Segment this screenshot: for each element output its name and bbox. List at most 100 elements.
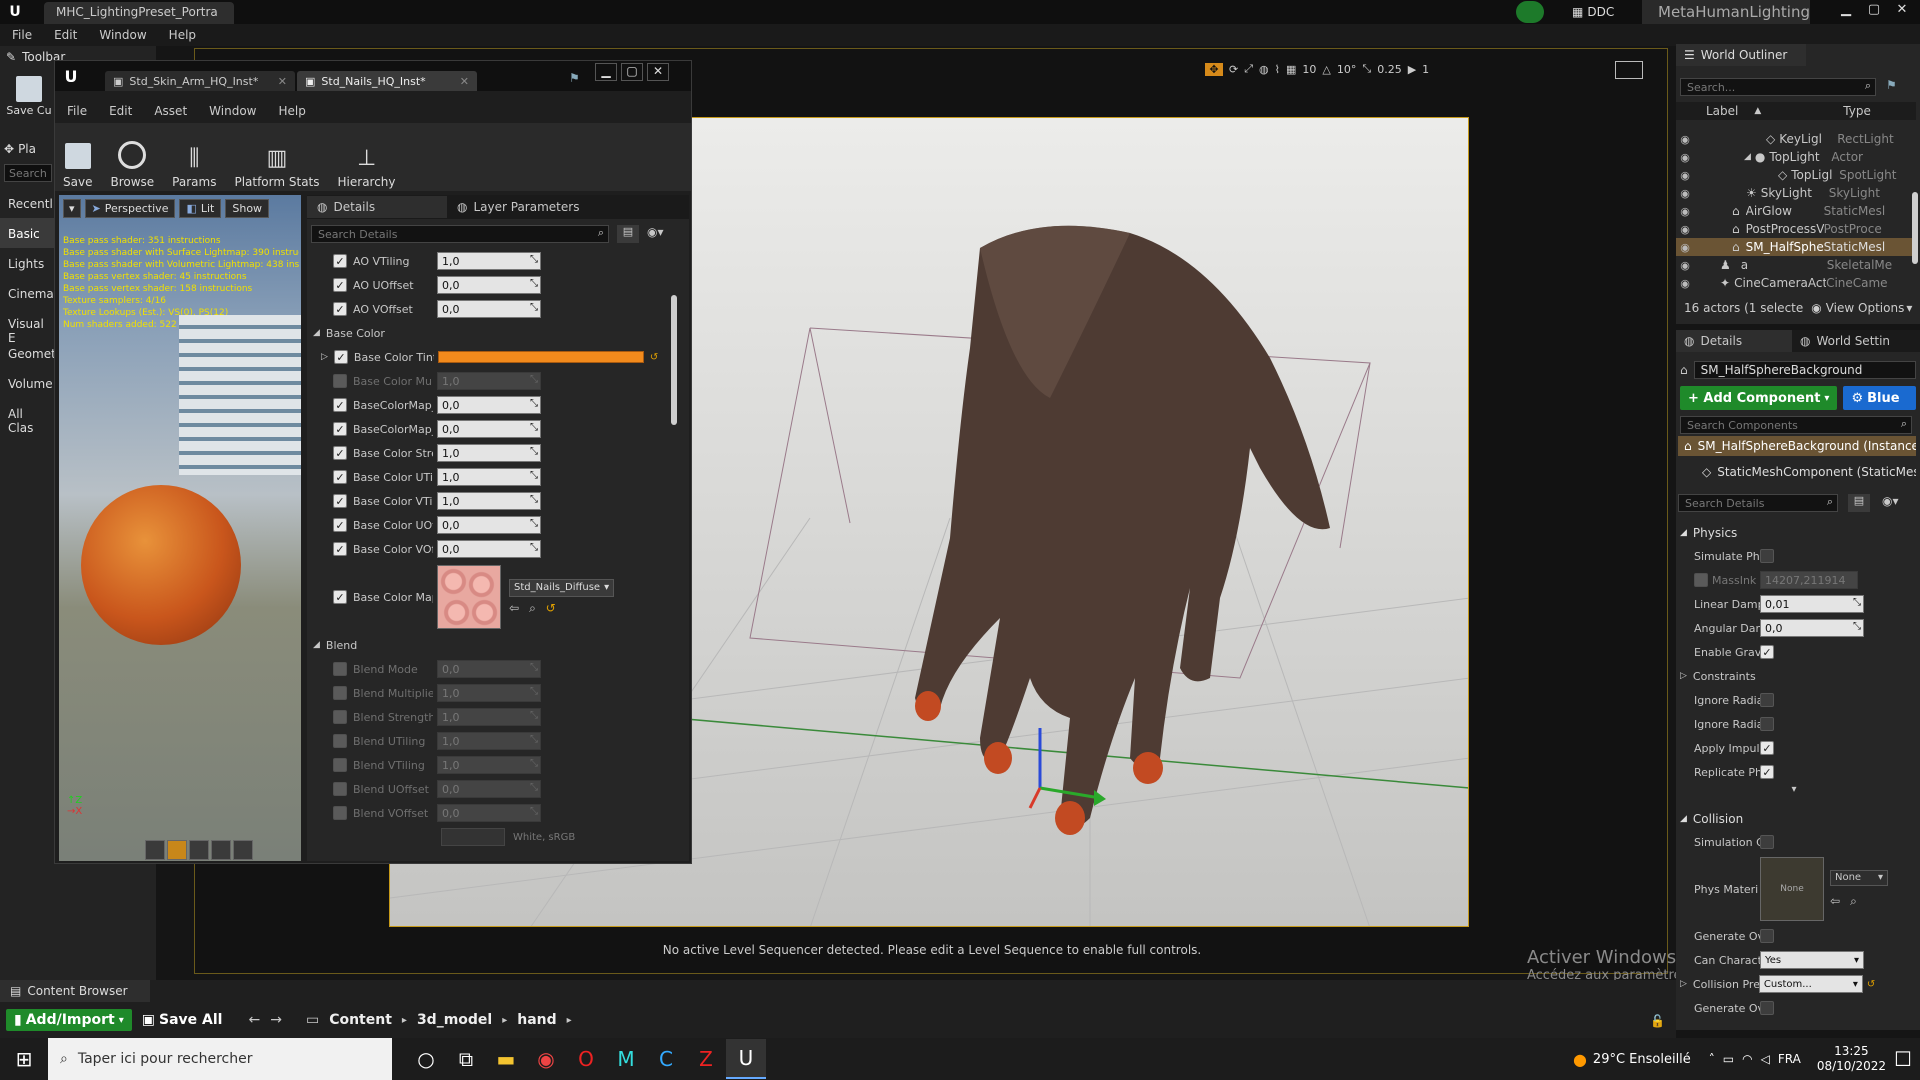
- perspective-button[interactable]: ➤ Perspective: [84, 199, 176, 218]
- param-enable-checkbox[interactable]: [333, 686, 347, 700]
- close-icon[interactable]: ✕: [647, 63, 669, 81]
- viewport-layout-icon[interactable]: [1615, 61, 1643, 79]
- param-enable-checkbox[interactable]: ✓: [333, 254, 347, 268]
- notification-icon[interactable]: ☐: [1886, 1039, 1920, 1079]
- section-collision[interactable]: ◢ Collision: [1680, 808, 1916, 830]
- color-swatch[interactable]: [437, 351, 644, 363]
- category-item[interactable]: Recentl: [0, 188, 54, 218]
- simulation-generates-hit-checkbox[interactable]: [1760, 835, 1774, 849]
- param-value-field[interactable]: 0,0 ⤡: [437, 276, 541, 294]
- hierarchy-button[interactable]: ⊥ Hierarchy: [338, 125, 396, 189]
- visibility-icon[interactable]: ◉▾: [1882, 494, 1899, 508]
- ddc-button[interactable]: ▦ DDC: [1572, 3, 1614, 21]
- linear-damping-field[interactable]: 0,01 ⤡: [1760, 595, 1864, 613]
- taskbar-search-input[interactable]: ⌕ Taper ici pour rechercher: [48, 1038, 392, 1080]
- param-value-field[interactable]: 0,0 ⤡: [437, 540, 541, 558]
- param-enable-checkbox[interactable]: [333, 710, 347, 724]
- group-header-base-color[interactable]: ◢ Base Color: [307, 321, 667, 345]
- tab-menu-icon[interactable]: ⚑: [569, 71, 580, 85]
- show-button[interactable]: Show: [225, 199, 270, 218]
- outliner-row[interactable]: ◉ ◇ KeyLigl RectLight: [1676, 130, 1912, 148]
- scale-snap-icon[interactable]: ⤡: [1362, 62, 1371, 76]
- param-value-field[interactable]: 1,0 ⤡: [437, 252, 541, 270]
- details-search-input[interactable]: Search Details ⌕: [311, 225, 609, 243]
- app-red-icon[interactable]: Z: [686, 1039, 726, 1079]
- tab-layer-parameters[interactable]: ◍ Layer Parameters: [447, 196, 589, 218]
- platform-stats-button[interactable]: ▥ Platform Stats: [234, 125, 319, 189]
- add-component-button[interactable]: + Add Component ▾: [1680, 386, 1838, 410]
- apply-impulse-checkbox[interactable]: ✓: [1760, 741, 1774, 755]
- details-scrollbar[interactable]: [671, 295, 677, 425]
- param-enable-checkbox[interactable]: [333, 374, 347, 388]
- visibility-eye-icon[interactable]: ◉: [1676, 133, 1694, 146]
- param-enable-checkbox[interactable]: ✓: [333, 446, 347, 460]
- visibility-eye-icon[interactable]: ◉: [1676, 151, 1694, 164]
- minimize-icon[interactable]: ▁: [595, 63, 617, 81]
- place-tab[interactable]: ✥ Pla: [4, 138, 60, 160]
- use-selected-icon[interactable]: ⇦: [1830, 894, 1840, 908]
- phys-material-thumbnail[interactable]: None: [1760, 857, 1824, 921]
- param-value-field[interactable]: 1,0 ⤡: [437, 708, 541, 726]
- collision-presets-dropdown[interactable]: Custom... ▾: [1758, 975, 1863, 993]
- param-enable-checkbox[interactable]: [333, 758, 347, 772]
- weather-widget[interactable]: ● 29°C Ensoleillé: [1573, 1050, 1691, 1069]
- path-content[interactable]: Content: [329, 1012, 392, 1028]
- param-value-field[interactable]: 1,0 ⤡: [437, 732, 541, 750]
- param-value-field[interactable]: 0,0 ⤡: [437, 420, 541, 438]
- wifi-icon[interactable]: ◠: [1742, 1052, 1752, 1066]
- outliner-row[interactable]: ◉ ☀ SkyLight SkyLight: [1676, 184, 1912, 202]
- tab-details[interactable]: ◍ Details: [1676, 330, 1792, 352]
- rotate-icon[interactable]: ⟳: [1229, 63, 1238, 76]
- metahuman-icon[interactable]: M: [606, 1039, 646, 1079]
- add-actor-icon[interactable]: ⚑: [1886, 78, 1897, 92]
- browse-asset-icon[interactable]: ⌕: [1850, 894, 1857, 909]
- menu-edit[interactable]: Edit: [54, 28, 77, 42]
- tab-skin-arm[interactable]: ▣ Std_Skin_Arm_HQ_Inst* ✕: [105, 71, 295, 91]
- group-header-blend[interactable]: ◢ Blend: [307, 633, 667, 657]
- param-value-field[interactable]: 1,0 ⤡: [437, 372, 541, 390]
- outliner-row[interactable]: ◉ ✦ CineCameraActo CineCame: [1676, 274, 1912, 292]
- param-enable-checkbox[interactable]: [333, 734, 347, 748]
- tab-close-icon[interactable]: ✕: [278, 75, 287, 88]
- param-enable-checkbox[interactable]: [333, 806, 347, 820]
- unreal-taskbar-icon[interactable]: U: [726, 1039, 766, 1079]
- mass-override-checkbox[interactable]: [1694, 573, 1708, 587]
- outliner-row[interactable]: ◉ ⌂ PostProcessV PostProce: [1676, 220, 1912, 238]
- section-physics[interactable]: ◢ Physics: [1680, 522, 1916, 544]
- menu-help[interactable]: Help: [278, 104, 305, 118]
- close-icon[interactable]: ✕: [1888, 2, 1916, 17]
- param-enable-checkbox[interactable]: ✓: [333, 302, 347, 316]
- translate-icon[interactable]: ✥: [1205, 62, 1223, 76]
- param-enable-checkbox[interactable]: ✓: [333, 470, 347, 484]
- param-value-field[interactable]: 1,0 ⤡: [437, 444, 541, 462]
- forward-arrow-icon[interactable]: →: [270, 1012, 282, 1028]
- simulate-physics-checkbox[interactable]: [1760, 549, 1774, 563]
- ignore-radial-force-checkbox[interactable]: [1760, 717, 1774, 731]
- category-item[interactable]: Lights: [0, 248, 54, 278]
- volume-icon[interactable]: ◁: [1761, 1052, 1770, 1066]
- angle-snap-icon[interactable]: △: [1322, 63, 1330, 76]
- expand-arrow-icon[interactable]: ◢: [1744, 152, 1751, 162]
- minimize-icon[interactable]: ▁: [1832, 2, 1860, 17]
- mesh-icon[interactable]: [233, 840, 253, 860]
- windows-start-icon[interactable]: ⊞: [0, 1039, 48, 1079]
- save-button[interactable]: Save: [63, 125, 92, 189]
- category-item[interactable]: All Clas: [0, 398, 54, 435]
- grid-value[interactable]: 10: [1302, 63, 1316, 76]
- expand-arrow-icon[interactable]: ▷: [1680, 979, 1687, 989]
- angular-damping-field[interactable]: 0,0 ⤡: [1760, 619, 1864, 637]
- material-preview[interactable]: ▾ ➤ Perspective ◧ Lit Show Base pass shade…: [59, 195, 301, 861]
- preview-menu-button[interactable]: ▾: [63, 199, 81, 218]
- menu-file[interactable]: File: [12, 28, 32, 42]
- lit-button[interactable]: ◧ Lit: [179, 199, 222, 218]
- texture-thumbnail[interactable]: [437, 565, 501, 629]
- use-selected-icon[interactable]: ⇦: [509, 601, 519, 615]
- reset-icon[interactable]: ↺: [546, 601, 556, 615]
- blueprint-button[interactable]: ⚙ Blue: [1843, 386, 1916, 410]
- view-options-icon[interactable]: ▤: [1848, 494, 1870, 512]
- outliner-row[interactable]: ◉ ◇ TopLigl SpotLight: [1676, 166, 1912, 184]
- save-all-button[interactable]: ▣ Save All: [142, 1012, 223, 1028]
- param-value-field[interactable]: 1,0 ⤡: [437, 684, 541, 702]
- outliner-scrollbar[interactable]: [1912, 192, 1918, 264]
- chrome-icon[interactable]: ◉: [526, 1039, 566, 1079]
